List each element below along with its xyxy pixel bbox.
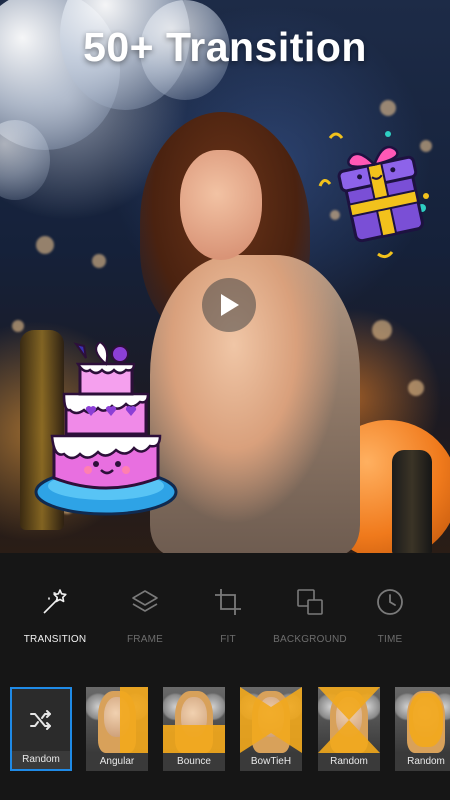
bokeh-light <box>92 254 106 268</box>
transition-label: BowTieH <box>240 753 302 771</box>
transition-label: Angular <box>86 753 148 771</box>
bokeh-light <box>12 320 24 332</box>
woman-face <box>180 150 262 260</box>
transition-item-angular[interactable]: Angular <box>86 687 148 771</box>
tool-frame-label: FRAME <box>127 634 163 645</box>
background-icon <box>297 589 323 615</box>
editor-toolbar: TRANSITION FRAME FIT BACKGROUND TIME <box>0 553 450 673</box>
transition-overlay <box>163 725 225 753</box>
transition-item-random[interactable]: Random <box>10 687 72 771</box>
transition-overlay <box>409 693 443 747</box>
bokeh-light <box>372 320 392 340</box>
clock-icon <box>377 589 403 615</box>
tool-transition[interactable]: TRANSITION <box>10 585 100 645</box>
tool-time[interactable]: TIME <box>345 585 435 645</box>
transition-item-bounce[interactable]: Bounce <box>163 687 225 771</box>
transition-label: Random <box>318 753 380 771</box>
tool-time-label: TIME <box>377 634 403 645</box>
layers-icon <box>132 590 158 612</box>
transition-item-random-2[interactable]: Random <box>318 687 380 771</box>
transition-overlay <box>318 687 380 753</box>
gift-box-sticker[interactable] <box>318 126 434 266</box>
transition-label: Random <box>395 753 450 771</box>
tool-background-label: BACKGROUND <box>273 634 347 645</box>
play-icon <box>221 294 239 316</box>
tool-fit-label: FIT <box>220 634 236 645</box>
transition-item-random-3[interactable]: Random <box>395 687 450 771</box>
play-button[interactable] <box>202 278 256 332</box>
transition-list[interactable]: Random Angular Bounce BowTieH Random Ran… <box>0 673 450 800</box>
transition-label: Random <box>12 751 70 769</box>
tool-fit[interactable]: FIT <box>183 585 273 645</box>
crop-icon <box>215 589 241 615</box>
tool-background[interactable]: BACKGROUND <box>265 585 355 645</box>
shuffle-icon <box>30 710 51 730</box>
tool-frame[interactable]: FRAME <box>100 585 190 645</box>
transition-overlay <box>240 687 302 753</box>
magic-wand-icon <box>43 589 67 614</box>
transition-label: Bounce <box>163 753 225 771</box>
transition-overlay <box>120 687 148 753</box>
bokeh-light <box>408 380 424 396</box>
headline: 50+ Transition <box>83 24 367 70</box>
tool-transition-label: TRANSITION <box>23 634 87 645</box>
video-preview[interactable]: 50+ Transition <box>0 0 450 553</box>
bokeh-light <box>380 100 396 116</box>
bokeh-light <box>36 236 54 254</box>
transition-item-bowtieh[interactable]: BowTieH <box>240 687 302 771</box>
birthday-cake-sticker[interactable] <box>34 342 182 522</box>
champagne-bottle <box>392 450 432 553</box>
